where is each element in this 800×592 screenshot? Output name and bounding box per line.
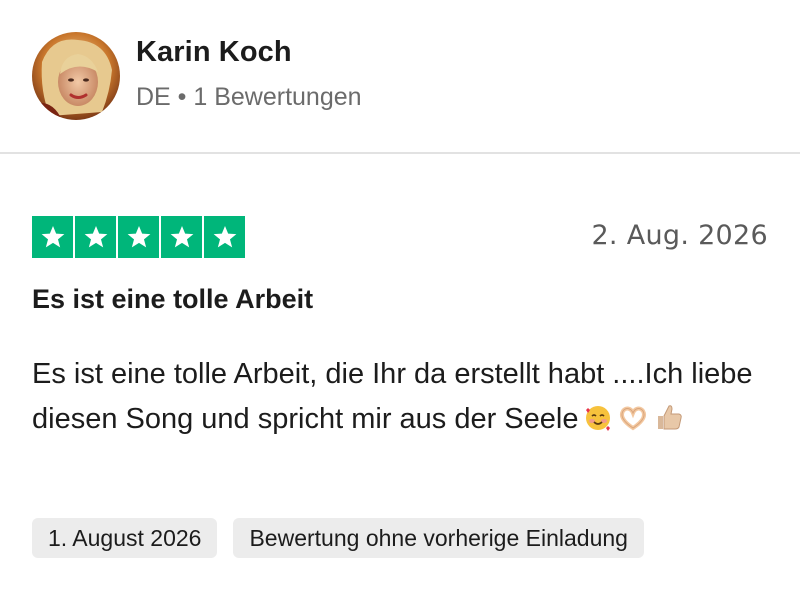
avatar-image <box>32 32 120 120</box>
reviewer-header[interactable]: Karin Koch DE • 1 Bewertungen <box>32 32 362 122</box>
star-rating <box>32 216 245 258</box>
star-icon <box>204 216 245 258</box>
verification-tag[interactable]: Bewertung ohne vorherige Einladung <box>233 518 644 558</box>
divider <box>0 152 800 154</box>
star-icon <box>75 216 116 258</box>
review-body: Es ist eine tolle Arbeit, die Ihr da ers… <box>32 352 772 446</box>
review-card: Karin Koch DE • 1 Bewertungen 2. Aug. 20… <box>0 0 800 592</box>
smiling-face-with-hearts-icon <box>584 401 612 446</box>
avatar[interactable] <box>32 32 120 120</box>
reviewer-info: Karin Koch DE • 1 Bewertungen <box>136 32 362 112</box>
star-icon <box>161 216 202 258</box>
reviewer-meta: DE • 1 Bewertungen <box>136 83 362 111</box>
heart-hands-icon <box>618 401 648 446</box>
star-icon <box>118 216 159 258</box>
review-title[interactable]: Es ist eine tolle Arbeit <box>32 284 313 315</box>
reviewer-name[interactable]: Karin Koch <box>136 34 362 70</box>
star-icon <box>32 216 73 258</box>
experience-date-tag[interactable]: 1. August 2026 <box>32 518 218 558</box>
review-tags: 1. August 2026 Bewertung ohne vorherige E… <box>32 518 644 558</box>
thumbs-up-icon <box>654 401 684 446</box>
review-date: 2. Aug. 2026 <box>591 220 768 251</box>
